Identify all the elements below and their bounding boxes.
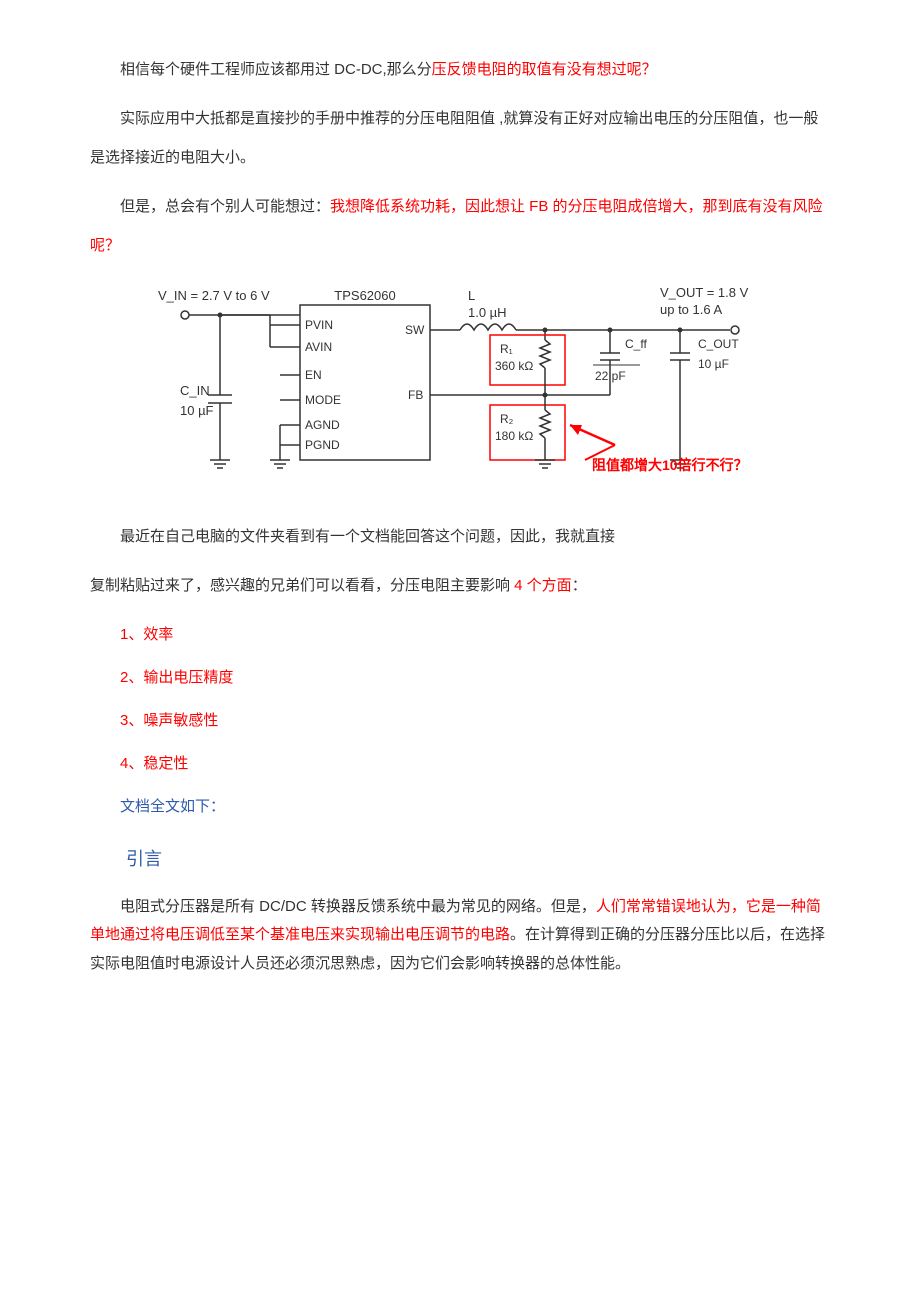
para-6: 电阻式分压器是所有 DC/DC 转换器反馈系统中最为常见的网络。但是，人们常常错…: [90, 893, 830, 979]
svg-text:V_OUT = 1.8 V: V_OUT = 1.8 V: [660, 285, 749, 300]
svg-text:AGND: AGND: [305, 418, 340, 432]
list-item-4: 4、稳定性: [90, 744, 830, 783]
para-2: 实际应用中大抵都是直接抄的手册中推荐的分压电阻阻值 ,就算没有正好对应输出电压的…: [90, 99, 830, 177]
svg-text:MODE: MODE: [305, 393, 341, 407]
svg-text:360 kΩ: 360 kΩ: [495, 359, 533, 373]
svg-text:C_ff: C_ff: [625, 337, 647, 351]
svg-text:C_IN: C_IN: [180, 383, 210, 398]
svg-text:R₂: R₂: [500, 412, 514, 426]
intro-heading: 引言: [90, 836, 830, 883]
para1-a: 相信每个硬件工程师应该都用过 DC-DC,那么分: [120, 61, 432, 78]
para5-b: 4 个方面: [514, 577, 572, 594]
list-item-1: 1、效率: [90, 615, 830, 654]
para1-b: 压反馈电阻的取值有没有想过呢？: [432, 61, 657, 78]
svg-text:阻值都增大10倍行不行？: 阻值都增大10倍行不行？: [592, 457, 748, 473]
svg-text:1.0 µH: 1.0 µH: [468, 305, 507, 320]
svg-text:10 µF: 10 µF: [180, 403, 214, 418]
svg-text:22 pF: 22 pF: [595, 369, 626, 383]
svg-text:SW: SW: [405, 323, 425, 337]
svg-text:EN: EN: [305, 368, 322, 382]
svg-text:L: L: [468, 288, 475, 303]
svg-text:C_OUT: C_OUT: [698, 337, 739, 351]
svg-text:180 kΩ: 180 kΩ: [495, 429, 533, 443]
svg-text:R₁: R₁: [500, 342, 513, 356]
para-1: 相信每个硬件工程师应该都用过 DC-DC,那么分压反馈电阻的取值有没有想过呢？: [90, 50, 830, 89]
para-4: 最近在自己电脑的文件夹看到有一个文档能回答这个问题，因此，我就直接: [90, 517, 830, 556]
svg-text:10 µF: 10 µF: [698, 357, 729, 371]
para3-a: 但是，总会有个别人可能想过：: [120, 198, 330, 215]
svg-text:AVIN: AVIN: [305, 340, 332, 354]
svg-text:FB: FB: [408, 388, 423, 402]
svg-text:V_IN = 2.7 V to 6 V: V_IN = 2.7 V to 6 V: [158, 288, 270, 303]
svg-text:up to 1.6 A: up to 1.6 A: [660, 302, 722, 317]
svg-text:TPS62060: TPS62060: [334, 288, 395, 303]
svg-text:PGND: PGND: [305, 438, 340, 452]
svg-text:PVIN: PVIN: [305, 318, 333, 332]
doc-full-label: 文档全文如下：: [90, 787, 830, 826]
para5-a: 复制粘贴过来了，感兴趣的兄弟们可以看看，分压电阻主要影响: [90, 577, 514, 594]
list-item-2: 2、输出电压精度: [90, 658, 830, 697]
para-3: 但是，总会有个别人可能想过：我想降低系统功耗，因此想让 FB 的分压电阻成倍增大…: [90, 187, 830, 265]
para-5: 复制粘贴过来了，感兴趣的兄弟们可以看看，分压电阻主要影响 4 个方面：: [90, 566, 830, 605]
list-item-3: 3、噪声敏感性: [90, 701, 830, 740]
circuit-diagram: V_IN = 2.7 V to 6 V C_IN 10 µF TPS62060 …: [150, 275, 770, 505]
para6-a: 电阻式分压器是所有 DC/DC 转换器反馈系统中最为常见的网络。但是，: [120, 898, 596, 915]
para5-c: ：: [572, 577, 587, 594]
